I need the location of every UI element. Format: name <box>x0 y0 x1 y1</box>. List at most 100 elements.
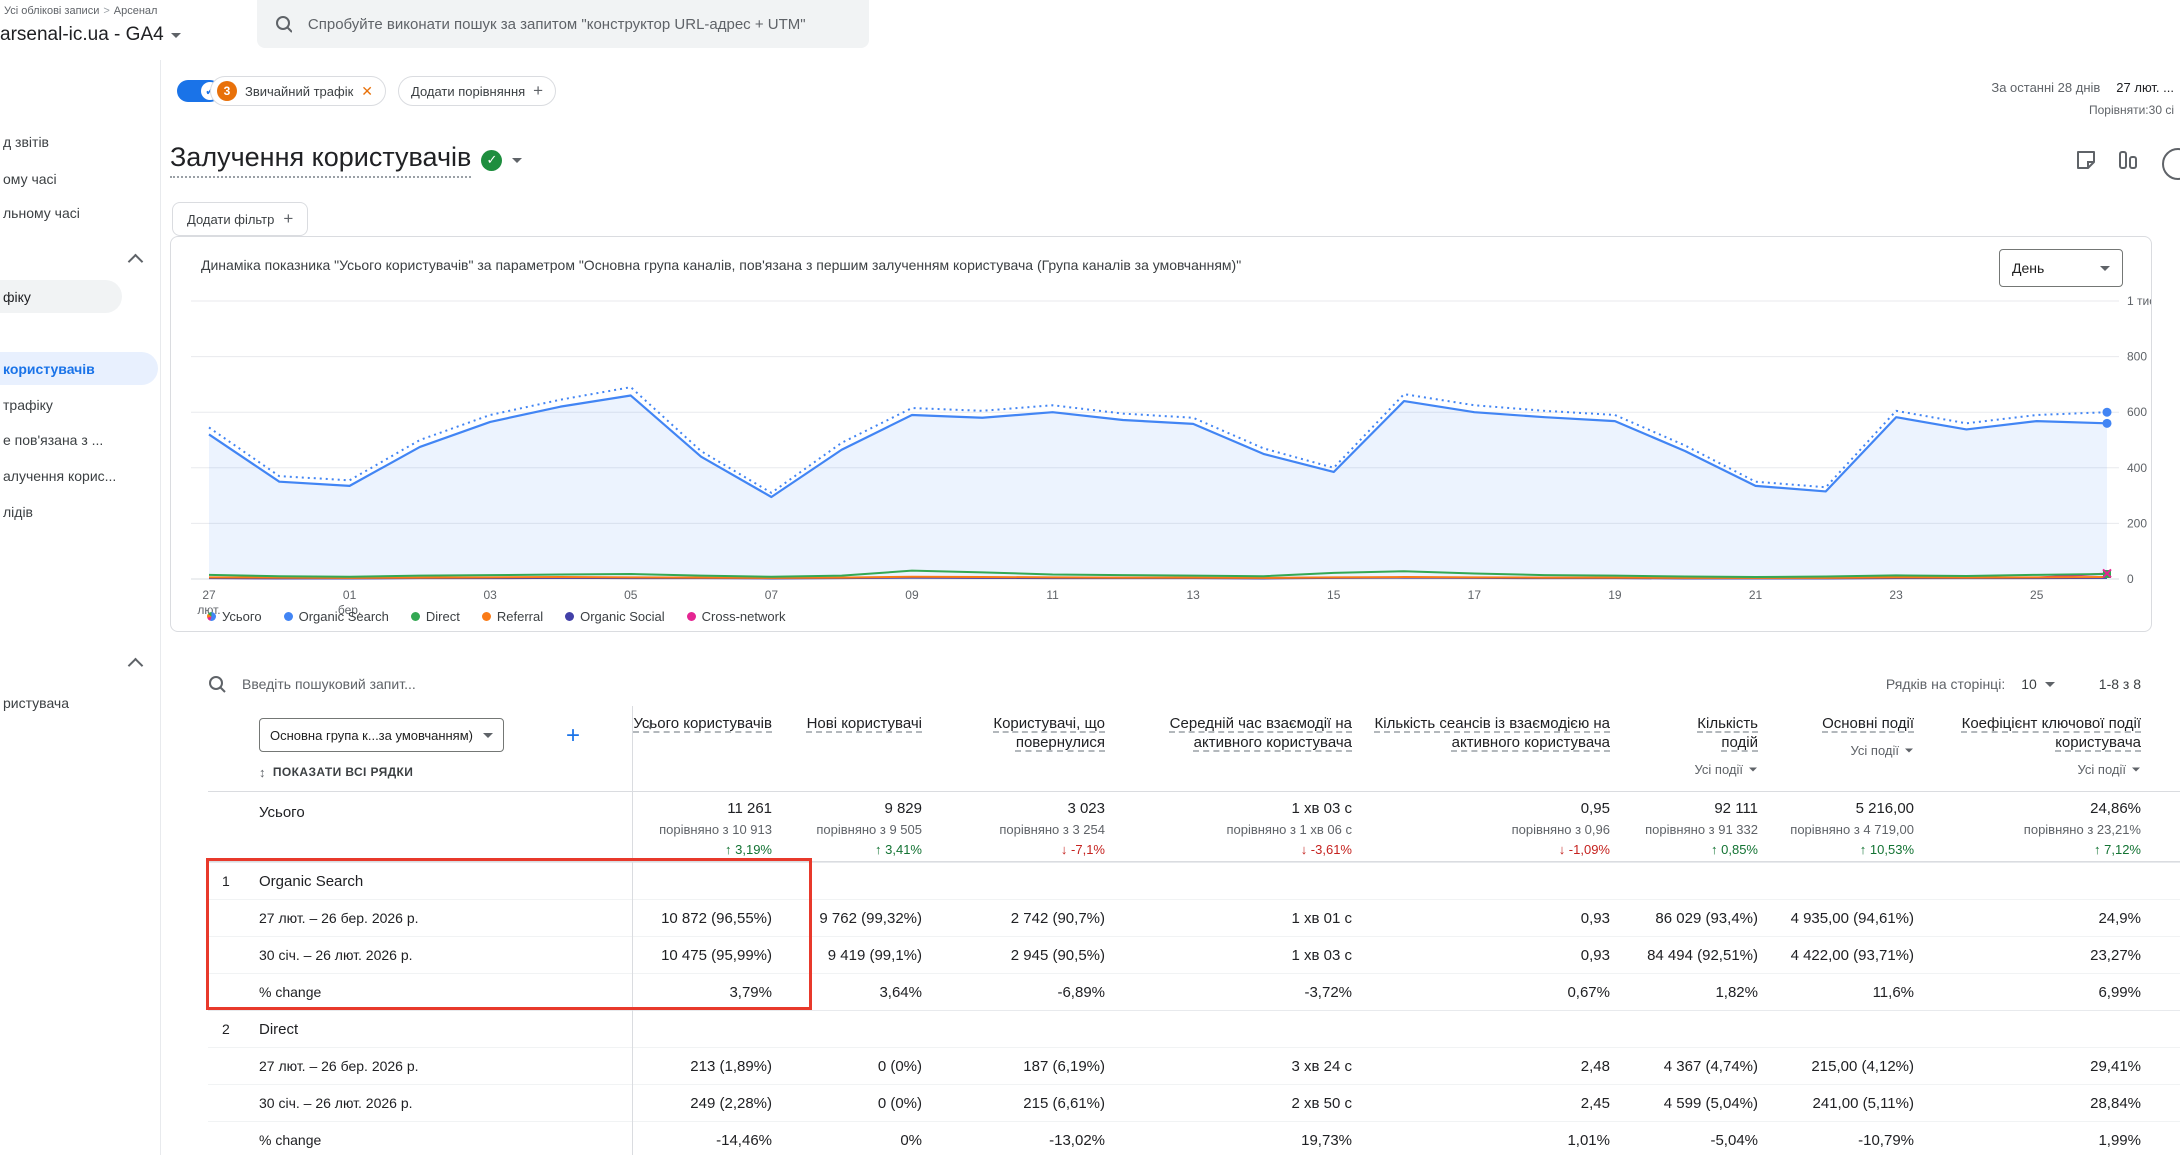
date-range-selector[interactable]: За останні 28 днів27 лют. ... Порівняти:… <box>1991 80 2174 117</box>
dimension-header-cell: Основна група к...за умовчанням) + ↕ ПОК… <box>208 706 632 791</box>
table-pager: Рядків на сторінці: 10 1-8 з 8 <box>1886 662 2141 706</box>
metric-delta: ↑ 3,41% <box>875 842 922 857</box>
x-axis-label: 21 <box>1749 588 1763 602</box>
sidebar-item-трафіку[interactable]: трафіку <box>0 388 150 421</box>
table-cell: -3,72% <box>1105 974 1352 1010</box>
metric-value: 11 261 <box>727 800 772 817</box>
column-header-title[interactable]: Нові користувачі <box>807 714 922 733</box>
table-cell: 6,99% <box>1914 974 2141 1010</box>
sidebar-item-лідів[interactable]: лідів <box>0 495 150 528</box>
note-icon[interactable] <box>2074 148 2098 172</box>
table-cell: 4 599 (5,04%) <box>1610 1085 1758 1121</box>
table-cell: 1 хв 03 с <box>1105 937 1352 973</box>
column-header-title[interactable]: Кількість подій <box>1666 714 1758 752</box>
column-header-4: Середній час взаємодії на активного кори… <box>1105 706 1352 791</box>
comparison-chip[interactable]: 3 Звичайний трафік ✕ <box>210 76 386 106</box>
compare-reports-icon[interactable] <box>2116 148 2140 172</box>
rows-per-page-dropdown[interactable]: 10 <box>2021 676 2055 692</box>
sidebar-item-льному-часі[interactable]: льному часі <box>0 196 150 229</box>
show-all-rows-button[interactable]: ↕ ПОКАЗАТИ ВСІ РЯДКИ <box>259 763 413 782</box>
sidebar-item-ристувача[interactable]: ристувача <box>0 686 150 719</box>
metric-compare: порівняно з 3 254 <box>999 822 1105 837</box>
breadcrumb-account[interactable]: Усі облікові записи <box>4 5 99 17</box>
breadcrumb-property[interactable]: Арсенал <box>114 5 158 17</box>
show-all-rows-label: ПОКАЗАТИ ВСІ РЯДКИ <box>273 763 413 782</box>
table-row[interactable]: 30 січ. – 26 лют. 2026 р.10 475 (95,99%)… <box>208 936 2180 973</box>
sort-descending-icon[interactable]: ↓ <box>646 714 655 734</box>
add-dimension-button[interactable]: + <box>566 726 580 745</box>
table-search-input[interactable] <box>240 675 744 693</box>
report-title-caret-icon[interactable] <box>512 158 522 163</box>
metric-compare: порівняно з 10 913 <box>659 822 772 837</box>
table-row-group-header[interactable]: 2Direct <box>208 1010 2180 1047</box>
table-cell: 241,00 (5,11%) <box>1758 1085 1914 1121</box>
table-cell: 5 216,00порівняно з 4 719,00↑ 10,53% <box>1758 800 1914 861</box>
y-axis-label: 1 тис. <box>2127 294 2151 308</box>
table-row[interactable]: % change-14,46%0%-13,02%19,73%1,01%-5,04… <box>208 1121 2180 1158</box>
metric-delta: ↑ 0,85% <box>1711 842 1758 857</box>
table-row[interactable]: 30 січ. – 26 лют. 2026 р.249 (2,28%)0 (0… <box>208 1084 2180 1121</box>
table-cell: 29,41% <box>1914 1048 2141 1084</box>
table-cell: 187 (6,19%) <box>922 1048 1105 1084</box>
global-search-input[interactable] <box>306 15 851 34</box>
column-events-dropdown[interactable]: Усі події <box>2078 760 2141 779</box>
sidebar-item-користувачів[interactable]: користувачів <box>0 352 158 385</box>
data-quality-badge[interactable]: ✓ <box>481 150 502 171</box>
legend-dot <box>565 612 574 621</box>
collapse-section-icon[interactable] <box>128 658 144 674</box>
collapse-section-icon[interactable] <box>128 254 144 270</box>
column-events-dropdown[interactable]: Усі події <box>1851 741 1914 760</box>
global-search-bar[interactable] <box>257 0 869 48</box>
totals-label: Усього <box>259 804 305 821</box>
column-header-8: Коефіцієнт ключової події користувача Усі… <box>1914 706 2141 791</box>
table-row[interactable]: 27 лют. – 26 бер. 2026 р.10 872 (96,55%)… <box>208 899 2180 936</box>
metric-value: 0,95 <box>1581 800 1610 817</box>
metric-value: 9 829 <box>884 800 922 817</box>
row-label-cell: % change <box>208 974 632 1010</box>
events-dropdown-label: Усі події <box>1851 741 1899 760</box>
arrow-up-icon: ↑ <box>1711 842 1718 857</box>
legend-item-organic-search[interactable]: Organic Search <box>284 609 389 624</box>
sidebar-item-д-звітів[interactable]: д звітів <box>0 125 150 158</box>
sidebar-item-е-пов-язана-з-[interactable]: е пов'язана з ... <box>0 423 150 456</box>
group-header-cell: 1Organic Search <box>208 863 632 899</box>
search-icon <box>275 15 292 33</box>
table-cell: 1 хв 03 спорівняно з 1 хв 06 с↓ -3,61% <box>1105 800 1352 861</box>
legend-item-direct[interactable]: Direct <box>411 609 460 624</box>
column-events-dropdown[interactable]: Усі події <box>1695 760 1758 779</box>
insights-icon[interactable] <box>2162 148 2180 180</box>
x-axis-label: 19 <box>1608 588 1622 602</box>
legend-item-cross-network[interactable]: Cross-network <box>687 609 786 624</box>
sidebar-item-алучення-корис-[interactable]: алучення корис... <box>0 459 150 492</box>
expand-rows-icon: ↕ <box>259 763 266 782</box>
breadcrumb-separator: > <box>103 5 109 17</box>
table-row[interactable]: 27 лют. – 26 бер. 2026 р.213 (1,89%)0 (0… <box>208 1047 2180 1084</box>
table-cell: 24,86%порівняно з 23,21%↑ 7,12% <box>1914 800 2141 861</box>
report-nav-sidebar: д звітів ому часільному часі фіку користува… <box>0 60 161 1155</box>
add-comparison-chip[interactable]: Додати порівняння + <box>398 76 556 106</box>
table-row-group-header[interactable]: 1Organic Search <box>208 862 2180 899</box>
column-header-title[interactable]: Середній час взаємодії на активного кори… <box>1105 714 1352 752</box>
legend-item-referral[interactable]: Referral <box>482 609 543 624</box>
table-row[interactable]: % change3,79%3,64%-6,89%-3,72%0,67%1,82%… <box>208 973 2180 1010</box>
sidebar-item-фіку[interactable]: фіку <box>0 280 122 313</box>
column-header-title[interactable]: Основні події <box>1822 714 1914 733</box>
sidebar-item-ому-часі[interactable]: ому часі <box>0 162 150 195</box>
table-cell: 11,6% <box>1758 974 1914 1010</box>
table-body: Усього11 261порівняно з 10 913↑ 3,19%9 8… <box>208 792 2180 1158</box>
dimension-dropdown[interactable]: Основна група к...за умовчанням) <box>259 718 504 752</box>
table-row-totals: Усього11 261порівняно з 10 913↑ 3,19%9 8… <box>208 792 2180 862</box>
breadcrumb[interactable]: Усі облікові записи > Арсенал <box>4 5 157 17</box>
property-switcher[interactable]: arsenal-ic.ua - GA4 <box>0 24 181 46</box>
table-cell: 249 (2,28%) <box>632 1085 772 1121</box>
column-header-title[interactable]: Коефіцієнт ключової події користувача <box>1914 714 2141 752</box>
legend-item-усього[interactable]: Усього <box>207 609 262 624</box>
column-header-title[interactable]: Користувачі, що повернулися <box>922 714 1105 752</box>
row-label-cell: % change <box>208 1122 632 1158</box>
add-filter-button[interactable]: Додати фільтр + <box>172 202 308 236</box>
column-header-title[interactable]: Кількість сеансів із взаємодією на актив… <box>1352 714 1610 752</box>
remove-comparison-icon[interactable]: ✕ <box>361 83 373 100</box>
legend-item-organic-social[interactable]: Organic Social <box>565 609 665 624</box>
metric-delta: ↓ -7,1% <box>1061 842 1105 857</box>
rows-per-page-label: Рядків на сторінці: <box>1886 676 2005 692</box>
